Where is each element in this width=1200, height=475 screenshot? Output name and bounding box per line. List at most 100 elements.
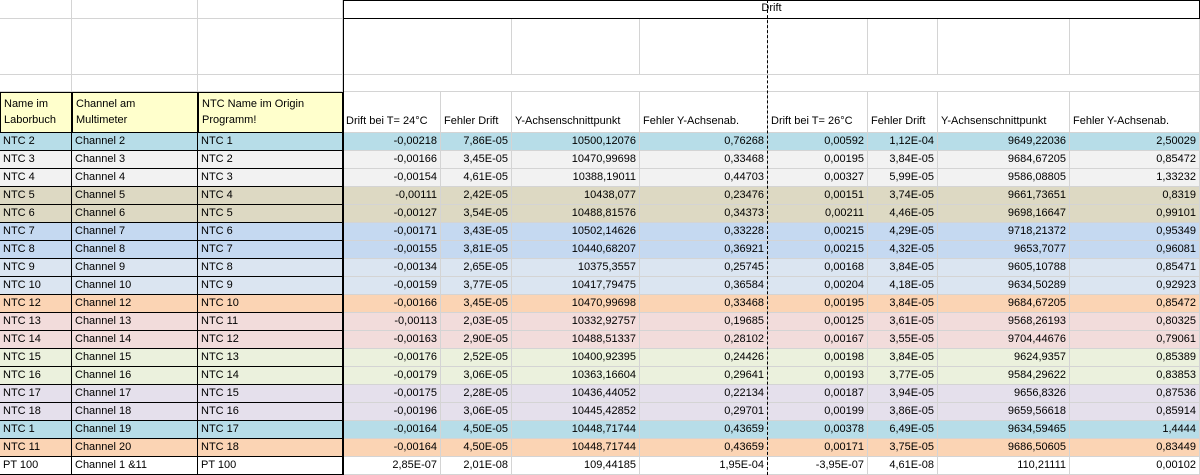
cell-fehler-drift-24[interactable]: 3,43E-05 [441, 223, 512, 241]
cell-fehler-drift-24[interactable]: 4,50E-05 [441, 421, 512, 439]
table-row[interactable]: NTC 2 Channel 2 NTC 1 -0,00218 7,86E-05 10500… [0, 133, 1200, 151]
cell-drift-26[interactable]: 0,00125 [768, 313, 868, 331]
cell-fehler-drift-24[interactable]: 2,28E-05 [441, 385, 512, 403]
table-row[interactable]: NTC 5 Channel 5 NTC 4 -0,00111 2,42E-05 10438… [0, 187, 1200, 205]
cell-drift-24[interactable]: -0,00164 [343, 421, 441, 439]
cell-channel[interactable]: Channel 19 [72, 421, 198, 439]
table-row[interactable]: NTC 14 Channel 14 NTC 12 -0,00163 2,90E-05 10… [0, 331, 1200, 349]
cell-fehler-y-24[interactable]: 0,33228 [640, 223, 768, 241]
cell-drift-26[interactable]: 0,00195 [768, 151, 868, 169]
cell-fehler-y-26[interactable]: 0,92923 [1070, 277, 1200, 295]
cell-ntc-origin[interactable]: NTC 2 [198, 151, 343, 169]
cell-y-achse-24[interactable]: 10445,42852 [512, 403, 640, 421]
cell-ntc-origin[interactable]: NTC 3 [198, 169, 343, 187]
cell-y-achse-26[interactable]: 9634,59465 [938, 421, 1070, 439]
cell-drift-24[interactable]: 2,85E-07 [343, 457, 441, 475]
cell-channel[interactable]: Channel 18 [72, 403, 198, 421]
cell-fehler-y-26[interactable]: 0,83853 [1070, 367, 1200, 385]
cell-fehler-drift-24[interactable]: 2,90E-05 [441, 331, 512, 349]
empty-cell[interactable] [198, 0, 343, 19]
cell-drift-24[interactable]: -0,00163 [343, 331, 441, 349]
cell-fehler-drift-24[interactable]: 2,52E-05 [441, 349, 512, 367]
cell-channel[interactable]: Channel 20 [72, 439, 198, 457]
cell-drift-24[interactable]: -0,00164 [343, 439, 441, 457]
cell-fehler-drift-24[interactable]: 3,06E-05 [441, 367, 512, 385]
cell-y-achse-24[interactable]: 10488,51337 [512, 331, 640, 349]
cell-fehler-y-26[interactable]: 1,4444 [1070, 421, 1200, 439]
cell-fehler-y-26[interactable]: 0,96081 [1070, 241, 1200, 259]
cell-drift-24[interactable]: -0,00155 [343, 241, 441, 259]
empty-cell[interactable] [72, 0, 198, 19]
cell-drift-26[interactable]: 0,00195 [768, 295, 868, 313]
table-row[interactable]: NTC 11 Channel 20 NTC 18 -0,00164 4,50E-05 10… [0, 439, 1200, 457]
header-y-achsenschnittpunkt-2[interactable]: Y-Achsenschnittpunkt [938, 92, 1070, 133]
cell-channel[interactable]: Channel 3 [72, 151, 198, 169]
cell-fehler-drift-26[interactable]: 3,84E-05 [868, 349, 938, 367]
cell-fehler-y-26[interactable]: 0,00102 [1070, 457, 1200, 475]
cell-fehler-y-24[interactable]: 0,43659 [640, 421, 768, 439]
cell-drift-26[interactable]: 0,00215 [768, 223, 868, 241]
empty-cell[interactable] [938, 19, 1070, 75]
cell-drift-26[interactable]: 0,00171 [768, 439, 868, 457]
empty-cell[interactable] [0, 19, 72, 75]
table-row[interactable]: NTC 10 Channel 10 NTC 9 -0,00159 3,77E-05 104… [0, 277, 1200, 295]
cell-fehler-drift-26[interactable]: 4,29E-05 [868, 223, 938, 241]
cell-fehler-y-24[interactable]: 0,33468 [640, 151, 768, 169]
header-name-laborbuch[interactable]: Name im Laborbuch [0, 92, 72, 133]
cell-drift-24[interactable]: -0,00166 [343, 295, 441, 313]
cell-fehler-y-24[interactable]: 0,76268 [640, 133, 768, 151]
cell-fehler-y-24[interactable]: 0,29701 [640, 403, 768, 421]
cell-ntc-origin[interactable]: NTC 9 [198, 277, 343, 295]
empty-cell[interactable] [198, 19, 343, 75]
cell-y-achse-24[interactable]: 10500,12076 [512, 133, 640, 151]
cell-ntc-origin[interactable]: NTC 5 [198, 205, 343, 223]
cell-y-achse-26[interactable]: 9684,67205 [938, 151, 1070, 169]
cell-name-laborbuch[interactable]: NTC 14 [0, 331, 72, 349]
table-row[interactable]: NTC 18 Channel 18 NTC 16 -0,00196 3,06E-05 10… [0, 403, 1200, 421]
cell-drift-26[interactable]: 0,00215 [768, 241, 868, 259]
cell-drift-24[interactable]: -0,00134 [343, 259, 441, 277]
cell-fehler-y-26[interactable]: 0,83449 [1070, 439, 1200, 457]
cell-channel[interactable]: Channel 13 [72, 313, 198, 331]
cell-y-achse-26[interactable]: 9634,50289 [938, 277, 1070, 295]
table-row[interactable]: NTC 4 Channel 4 NTC 3 -0,00154 4,61E-05 10388… [0, 169, 1200, 187]
cell-fehler-drift-24[interactable]: 2,65E-05 [441, 259, 512, 277]
cell-fehler-y-24[interactable]: 0,36921 [640, 241, 768, 259]
empty-cell[interactable] [868, 19, 938, 75]
cell-fehler-drift-24[interactable]: 4,61E-05 [441, 169, 512, 187]
cell-ntc-origin[interactable]: NTC 13 [198, 349, 343, 367]
cell-drift-24[interactable]: -0,00166 [343, 151, 441, 169]
table-row[interactable]: NTC 6 Channel 6 NTC 5 -0,00127 3,54E-05 10488… [0, 205, 1200, 223]
cell-channel[interactable]: Channel 14 [72, 331, 198, 349]
cell-y-achse-26[interactable]: 9656,8326 [938, 385, 1070, 403]
cell-fehler-drift-24[interactable]: 2,01E-08 [441, 457, 512, 475]
table-row[interactable]: NTC 15 Channel 15 NTC 13 -0,00176 2,52E-05 10… [0, 349, 1200, 367]
cell-channel[interactable]: Channel 12 [72, 295, 198, 313]
cell-fehler-y-26[interactable]: 0,85471 [1070, 259, 1200, 277]
cell-fehler-drift-24[interactable]: 3,06E-05 [441, 403, 512, 421]
cell-channel[interactable]: Channel 5 [72, 187, 198, 205]
cell-y-achse-26[interactable]: 9568,26193 [938, 313, 1070, 331]
cell-name-laborbuch[interactable]: NTC 2 [0, 133, 72, 151]
cell-fehler-y-26[interactable]: 1,33232 [1070, 169, 1200, 187]
cell-name-laborbuch[interactable]: NTC 9 [0, 259, 72, 277]
cell-y-achse-24[interactable]: 10388,19011 [512, 169, 640, 187]
cell-fehler-drift-26[interactable]: 3,74E-05 [868, 187, 938, 205]
cell-drift-26[interactable]: 0,00168 [768, 259, 868, 277]
cell-drift-26[interactable]: 0,00193 [768, 367, 868, 385]
cell-drift-26[interactable]: 0,00151 [768, 187, 868, 205]
cell-drift-24[interactable]: -0,00196 [343, 403, 441, 421]
cell-y-achse-26[interactable]: 9653,7077 [938, 241, 1070, 259]
cell-fehler-drift-26[interactable]: 4,32E-05 [868, 241, 938, 259]
cell-drift-26[interactable]: 0,00167 [768, 331, 868, 349]
header-fehler-drift-1[interactable]: Fehler Drift [441, 92, 512, 133]
cell-y-achse-24[interactable]: 10417,79475 [512, 277, 640, 295]
cell-ntc-origin[interactable]: NTC 8 [198, 259, 343, 277]
cell-ntc-origin[interactable]: NTC 6 [198, 223, 343, 241]
cell-fehler-drift-24[interactable]: 3,54E-05 [441, 205, 512, 223]
cell-channel[interactable]: Channel 17 [72, 385, 198, 403]
empty-cell[interactable] [198, 75, 343, 92]
empty-cell[interactable] [512, 19, 640, 75]
empty-cell[interactable] [343, 19, 512, 75]
cell-name-laborbuch[interactable]: NTC 16 [0, 367, 72, 385]
